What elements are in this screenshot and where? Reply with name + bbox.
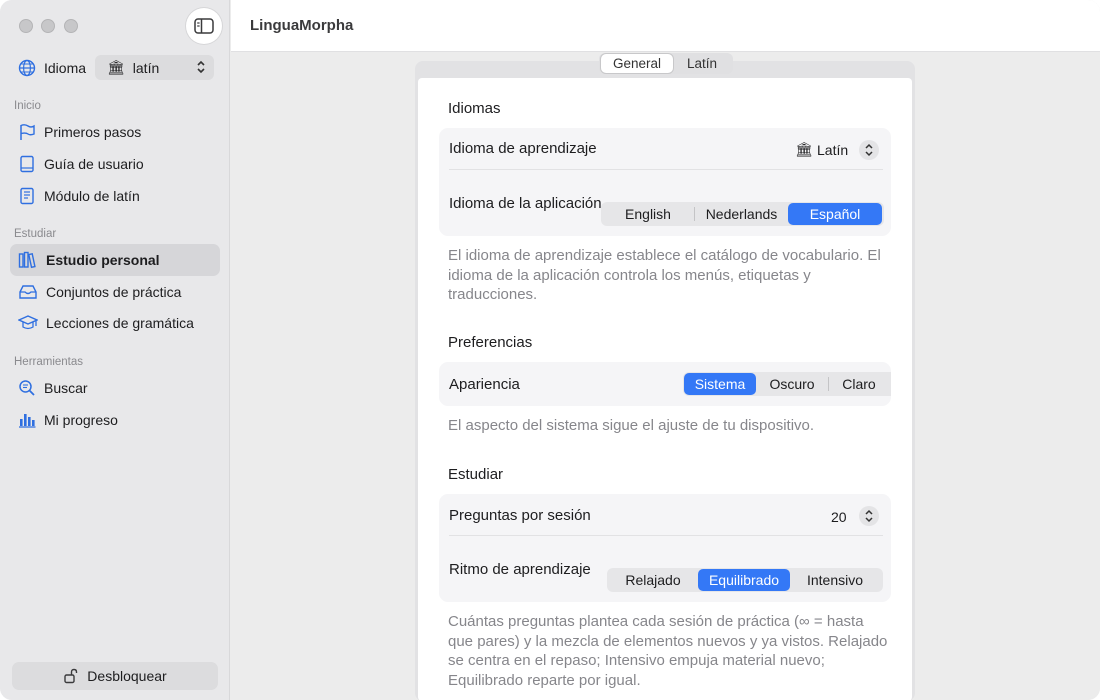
tab-latin[interactable]: Latín xyxy=(673,54,731,73)
settings-tabs: General Latín xyxy=(599,53,733,74)
sidebar-item-label: Lecciones de gramática xyxy=(46,315,194,331)
sidebar-item-conjuntos-de-practica[interactable]: Conjuntos de práctica xyxy=(10,276,220,308)
tray-icon xyxy=(19,285,37,299)
chevron-up-down-icon xyxy=(865,143,873,157)
sidebar-item-modulo-de-latin[interactable]: Módulo de latín xyxy=(10,180,220,212)
close-window-button[interactable] xyxy=(19,19,33,33)
segment-sistema[interactable]: Sistema xyxy=(684,373,756,395)
sidebar-item-lecciones-de-gramatica[interactable]: Lecciones de gramática xyxy=(10,307,220,339)
questions-per-session-label: Preguntas por sesión xyxy=(449,507,591,524)
book-icon xyxy=(20,155,34,173)
sidebar-item-label: Conjuntos de práctica xyxy=(46,284,182,300)
learning-language-value: Latín xyxy=(817,142,849,158)
tab-general[interactable]: General xyxy=(601,54,673,73)
segment-nederlands[interactable]: Nederlands xyxy=(695,203,788,225)
learning-pace-label: Ritmo de aprendizaje xyxy=(449,561,591,578)
sidebar-language-select[interactable]: 🏛 latín xyxy=(95,55,214,80)
preferencias-description: El aspecto del sistema sigue el ajuste d… xyxy=(448,417,815,434)
sidebar-toggle-button[interactable] xyxy=(186,8,222,44)
bar-chart-icon xyxy=(19,414,36,428)
chevron-up-down-icon xyxy=(197,60,205,74)
chevron-up-down-icon xyxy=(865,509,873,523)
segment-intensivo[interactable]: Intensivo xyxy=(790,569,880,591)
sidebar-language-label: Idioma xyxy=(44,60,87,76)
settings-content: General Latín Idiomas Idioma de aprendiz… xyxy=(231,53,1100,700)
idiomas-description: El idioma de aprendizaje establece el ca… xyxy=(448,247,881,303)
segment-relajado[interactable]: Relajado xyxy=(608,569,698,591)
section-header-herramientas: Herramientas xyxy=(14,356,84,368)
sidebar-language-value: latín xyxy=(132,59,160,76)
classical-building-icon: 🏛 xyxy=(107,59,125,75)
sidebar-icon xyxy=(194,18,214,34)
questions-per-session-value: 20 xyxy=(831,509,847,525)
sidebar-item-label: Mi progreso xyxy=(44,412,118,428)
document-icon xyxy=(20,187,34,205)
graduation-cap-icon xyxy=(18,315,38,330)
title-bar: LinguaMorpha xyxy=(231,0,1100,52)
sidebar-item-estudio-personal[interactable]: Estudio personal xyxy=(10,244,220,276)
card-preferencias: Apariencia Sistema Oscuro Claro xyxy=(439,362,891,406)
segment-oscuro[interactable]: Oscuro xyxy=(756,373,828,395)
app-title: LinguaMorpha xyxy=(250,17,354,34)
segment-english[interactable]: English xyxy=(602,203,694,225)
globe-icon xyxy=(18,59,36,77)
flag-icon xyxy=(20,124,35,140)
card-idiomas: Idioma de aprendizaje 🏛 Latín Idioma de … xyxy=(439,128,891,236)
sidebar-item-label: Guía de usuario xyxy=(44,156,144,172)
sidebar-item-label: Buscar xyxy=(44,380,88,396)
sidebar-item-buscar[interactable]: Buscar xyxy=(10,372,220,404)
segment-claro[interactable]: Claro xyxy=(829,373,889,395)
classical-building-icon: 🏛 xyxy=(795,141,813,157)
app-language-label: Idioma de la aplicación xyxy=(449,195,602,212)
learning-pace-segmented-control: Relajado Equilibrado Intensivo xyxy=(607,568,883,592)
app-language-segmented-control: English Nederlands Español xyxy=(601,202,884,226)
unlock-button-label: Desbloquear xyxy=(87,668,167,684)
card-estudiar: Preguntas por sesión 20 Ritmo de aprendi… xyxy=(439,494,891,602)
learning-language-picker[interactable]: 🏛 Latín xyxy=(795,138,885,162)
section-header-estudiar: Estudiar xyxy=(14,228,57,240)
learning-language-label: Idioma de aprendizaje xyxy=(449,140,597,157)
appearance-segmented-control: Sistema Oscuro Claro xyxy=(683,372,891,396)
sidebar-item-label: Primeros pasos xyxy=(44,124,142,140)
search-icon xyxy=(19,380,35,396)
sidebar: Idioma 🏛 latín Inicio Primeros pasos Guí… xyxy=(0,0,230,700)
segment-equilibrado[interactable]: Equilibrado xyxy=(698,569,790,591)
sidebar-item-label: Módulo de latín xyxy=(44,188,140,204)
row-divider xyxy=(449,169,883,170)
group-title-estudiar: Estudiar xyxy=(448,466,504,483)
books-icon xyxy=(18,251,36,269)
unlock-icon xyxy=(64,668,78,684)
sidebar-item-mi-progreso[interactable]: Mi progreso xyxy=(10,404,220,436)
group-title-preferencias: Preferencias xyxy=(448,334,533,351)
zoom-window-button[interactable] xyxy=(64,19,78,33)
questions-per-session-stepper[interactable] xyxy=(859,506,879,526)
row-divider xyxy=(449,535,883,536)
appearance-label: Apariencia xyxy=(449,376,520,393)
minimize-window-button[interactable] xyxy=(41,19,55,33)
segment-espanol[interactable]: Español xyxy=(788,203,882,225)
sidebar-item-primeros-pasos[interactable]: Primeros pasos xyxy=(10,116,220,148)
group-title-idiomas: Idiomas xyxy=(448,100,501,117)
unlock-button[interactable]: Desbloquear xyxy=(12,662,218,690)
sidebar-item-guia-de-usuario[interactable]: Guía de usuario xyxy=(10,148,220,180)
estudiar-description: Cuántas preguntas plantea cada sesión de… xyxy=(448,613,888,689)
learning-language-stepper[interactable] xyxy=(859,140,879,160)
app-window: Idioma 🏛 latín Inicio Primeros pasos Guí… xyxy=(0,0,1100,700)
sidebar-item-label: Estudio personal xyxy=(46,252,160,268)
sidebar-language-row: Idioma 🏛 latín xyxy=(18,55,214,80)
section-header-inicio: Inicio xyxy=(14,100,41,112)
